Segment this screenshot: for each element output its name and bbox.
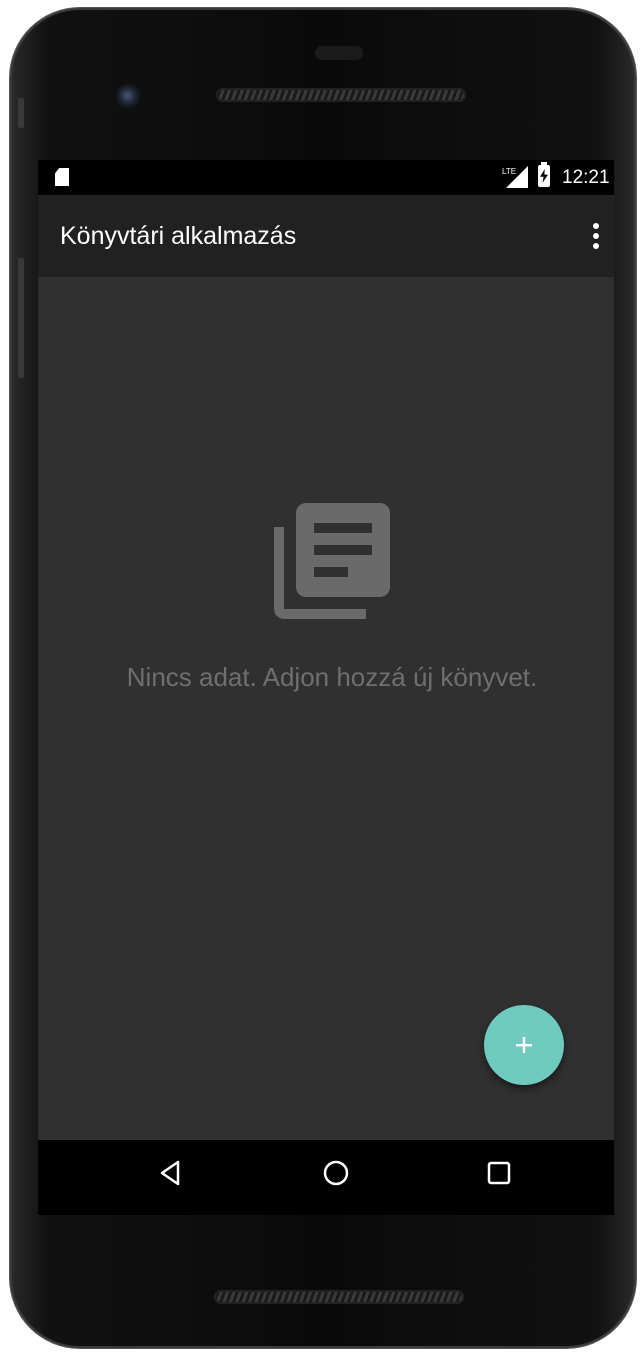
device-screen: LTE 12:21 Könyvtári alkalmazás Nincs ada… bbox=[38, 160, 614, 1215]
sd-card-icon bbox=[55, 168, 69, 186]
status-clock: 12:21 bbox=[562, 167, 610, 188]
navigation-bar bbox=[38, 1140, 614, 1215]
overflow-menu-icon[interactable] bbox=[586, 221, 606, 251]
status-bar: LTE 12:21 bbox=[38, 160, 614, 195]
library-books-icon bbox=[274, 503, 390, 619]
network-label: LTE bbox=[502, 167, 516, 176]
empty-state-message: Nincs adat. Adjon hozzá új könyvet. bbox=[126, 662, 538, 692]
main-content: Nincs adat. Adjon hozzá új könyvet. bbox=[38, 277, 614, 1140]
network-signal-icon: LTE bbox=[502, 166, 528, 188]
phone-earpiece bbox=[315, 46, 363, 60]
home-icon[interactable] bbox=[321, 1158, 351, 1188]
battery-charging-icon bbox=[538, 162, 550, 187]
app-title: Könyvtári alkalmazás bbox=[60, 222, 297, 250]
add-book-button[interactable] bbox=[484, 1005, 564, 1085]
battery-bolt-icon bbox=[540, 169, 548, 183]
phone-frame: LTE 12:21 Könyvtári alkalmazás Nincs ada… bbox=[10, 8, 636, 1348]
recents-icon[interactable] bbox=[484, 1158, 514, 1188]
app-bar: Könyvtári alkalmazás bbox=[38, 195, 614, 277]
menu-dot bbox=[593, 223, 599, 229]
phone-side-button bbox=[18, 98, 24, 128]
front-camera bbox=[116, 84, 142, 110]
menu-dot bbox=[593, 243, 599, 249]
phone-volume-button bbox=[18, 258, 24, 378]
plus-icon bbox=[516, 1037, 532, 1053]
bottom-speaker-grill bbox=[214, 1290, 464, 1304]
menu-dot bbox=[593, 233, 599, 239]
back-icon[interactable] bbox=[156, 1158, 186, 1188]
top-speaker-grill bbox=[216, 88, 466, 102]
